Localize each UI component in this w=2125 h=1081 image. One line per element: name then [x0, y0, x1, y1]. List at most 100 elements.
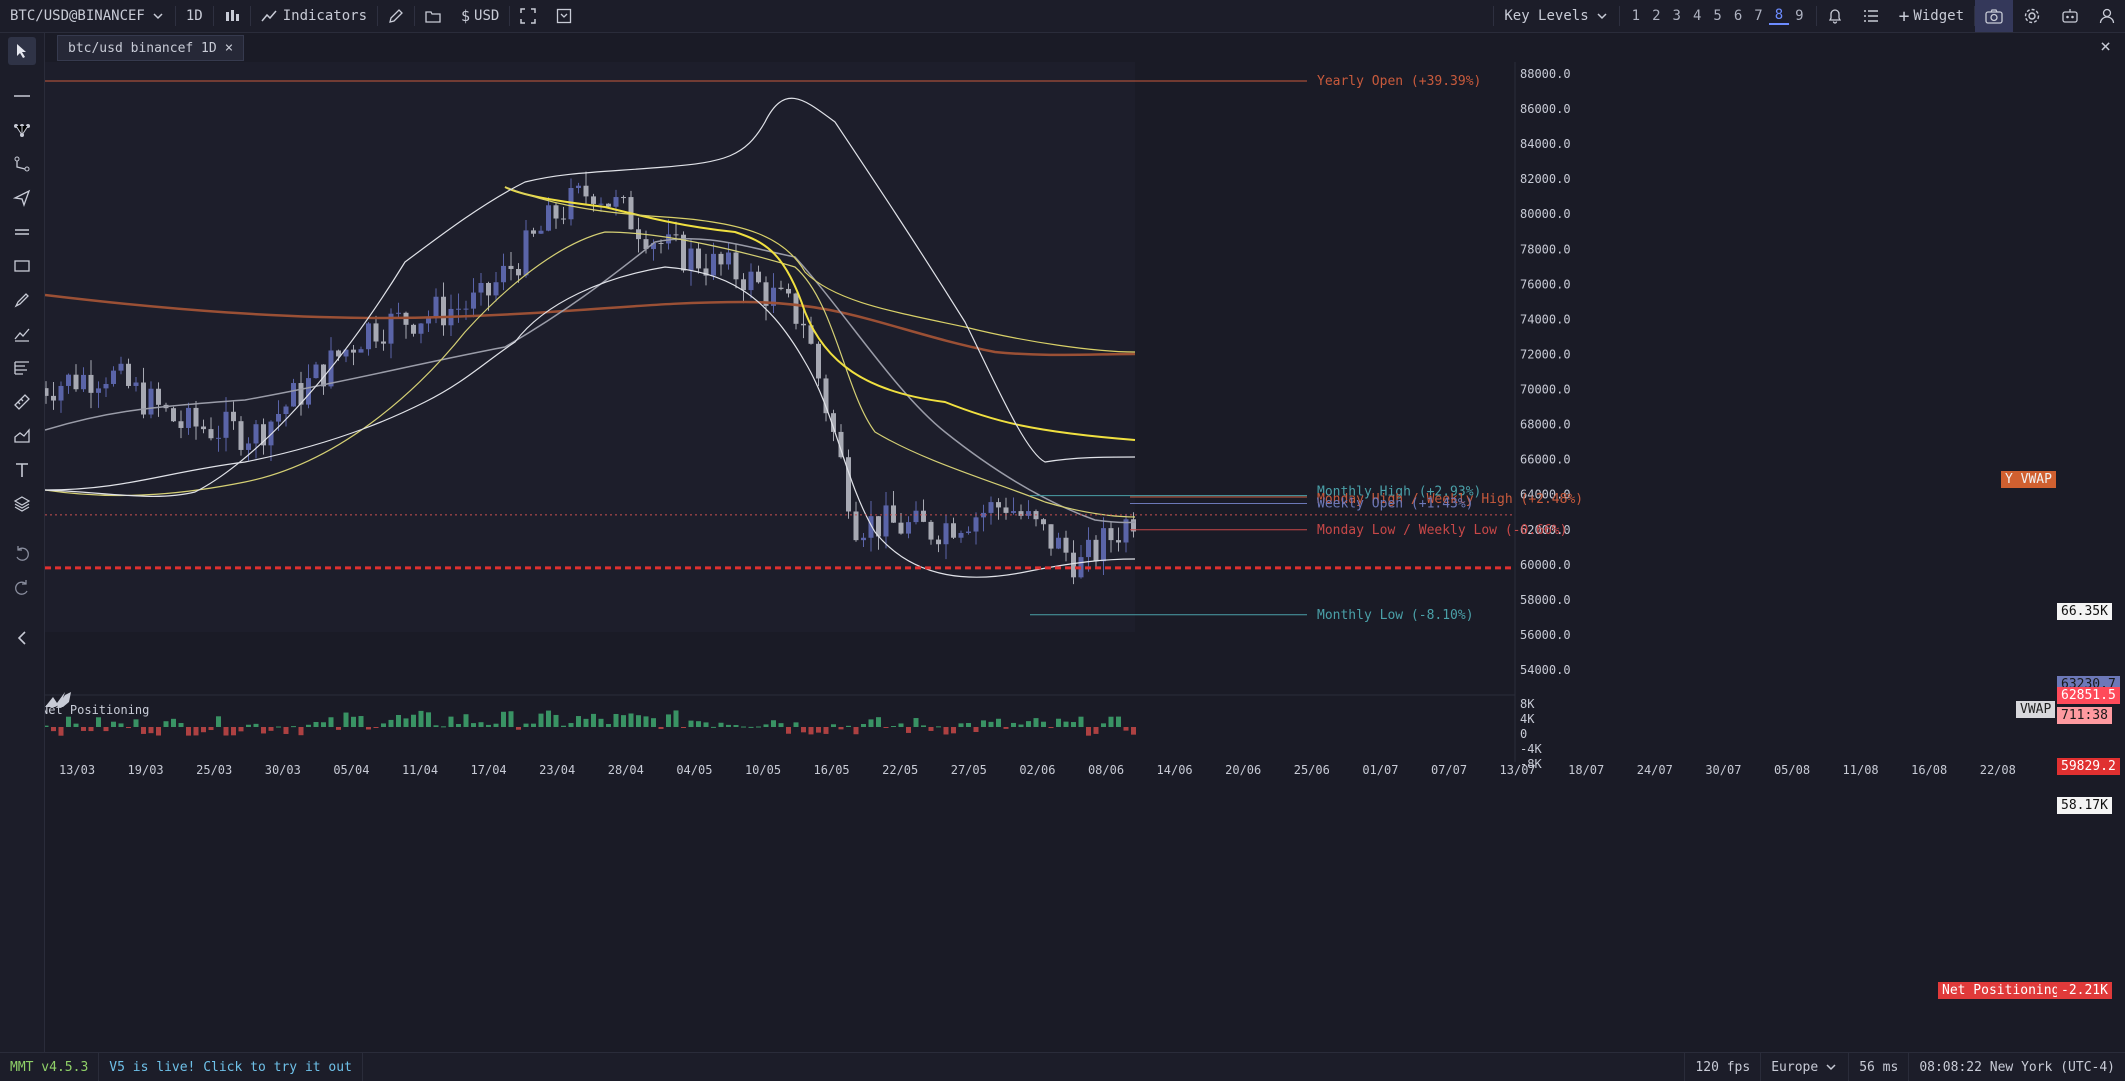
candle-body [208, 429, 214, 439]
time-axis-label: 16/08 [1911, 763, 1947, 777]
net-positioning-bar [403, 718, 409, 727]
rectangle-tool[interactable] [11, 255, 33, 277]
net-positioning-bar [51, 727, 56, 732]
candle-body [988, 502, 994, 513]
route-tool[interactable] [11, 153, 33, 175]
account-button[interactable] [2089, 0, 2125, 32]
watchlist-button[interactable] [1853, 0, 1889, 32]
horizontal-line-tool[interactable] [11, 85, 33, 107]
net-positioning-bar [1086, 727, 1091, 736]
price-axis-label: 76000.0 [1520, 277, 1571, 291]
promo-link[interactable]: V5 is live! Click to try it out [99, 1053, 363, 1081]
text-tool[interactable] [11, 459, 33, 481]
layers-tool[interactable] [11, 493, 33, 515]
forecast-tool[interactable] [11, 425, 33, 447]
net-positioning-bar [981, 720, 986, 727]
time-axis-label: 22/08 [1980, 763, 2016, 777]
net-positioning-bar [336, 727, 341, 730]
collapse-toolbar-button[interactable] [11, 627, 33, 649]
net-positioning-bar [1078, 716, 1084, 727]
measure-tool[interactable] [11, 391, 33, 413]
chart-tab[interactable]: btc/usd binancef 1D × [57, 35, 245, 61]
folder-button[interactable] [415, 0, 451, 32]
trend-tool[interactable] [11, 323, 33, 345]
time-axis-label: 14/06 [1157, 763, 1193, 777]
net-positioning-bar [366, 727, 371, 730]
interval-selector[interactable]: 1D [176, 0, 213, 32]
screenshot-button[interactable] [1975, 0, 2013, 32]
net-positioning-bar [868, 719, 874, 727]
net-positioning-tag: Net Positioning [1938, 982, 2064, 999]
candle-body [576, 185, 581, 188]
net-positioning-bar [493, 723, 499, 727]
layout-1-button[interactable]: 1 [1626, 8, 1646, 24]
time-axis-label: 08/06 [1088, 763, 1124, 777]
chevron-down-icon [1597, 13, 1607, 20]
arrow-tool[interactable] [11, 187, 33, 209]
net-positioning-bar [681, 727, 686, 728]
candle-body [171, 408, 176, 422]
redo-button[interactable] [11, 577, 33, 599]
net-positioning-bar [928, 727, 934, 731]
net-positioning-bar [261, 727, 266, 734]
time-axis-label: 11/08 [1843, 763, 1879, 777]
net-positioning-bar [418, 710, 424, 727]
cursor-tool[interactable] [8, 37, 36, 65]
candle-body [178, 421, 184, 428]
save-button[interactable] [546, 0, 582, 32]
close-tab-icon[interactable]: × [225, 40, 233, 56]
brush-tool[interactable] [11, 289, 33, 311]
close-panel-icon[interactable]: × [2100, 36, 2111, 57]
net-positioning-bar [163, 721, 169, 727]
net-positioning-bar [546, 710, 551, 727]
candle-body [456, 308, 461, 310]
currency-button[interactable]: $ USD [451, 0, 509, 32]
candle-body [283, 406, 289, 415]
candle-body [366, 323, 371, 350]
fullscreen-button[interactable] [510, 0, 546, 32]
layout-4-button[interactable]: 4 [1687, 8, 1707, 24]
fib-icon [14, 361, 29, 375]
layout-3-button[interactable]: 3 [1667, 8, 1687, 24]
candle-body [516, 268, 521, 276]
tag-66k: 66.35K [2057, 603, 2112, 620]
layout-7-button[interactable]: 7 [1748, 8, 1768, 24]
layout-2-button[interactable]: 2 [1646, 8, 1666, 24]
net-positioning-bar [651, 718, 656, 727]
net-positioning-bar [1071, 722, 1076, 727]
path-tool[interactable] [11, 119, 33, 141]
settings-button[interactable] [2013, 0, 2051, 32]
undo-button[interactable] [11, 543, 33, 565]
candle-body [793, 293, 799, 324]
candle-body [613, 197, 619, 207]
net-positioning-bar [463, 714, 469, 727]
candle-body [688, 248, 694, 271]
last-price-tag: 62851.5 [2057, 687, 2120, 704]
price-chart[interactable]: 88000.0 86000.0 84000.0 82000.0 80000.0 78000… [45, 62, 2125, 1052]
candle-body [381, 341, 386, 344]
indicators-button[interactable]: Indicators [251, 0, 377, 32]
region-selector[interactable]: Europe [1760, 1053, 1848, 1081]
net-positioning-bar [448, 716, 454, 727]
net-positioning-bar [756, 726, 761, 728]
net-positioning-bar [523, 723, 529, 727]
net-positioning-bar [831, 724, 836, 727]
layout-6-button[interactable]: 6 [1728, 8, 1748, 24]
chart-type-button[interactable] [214, 0, 250, 32]
parallel-lines-tool[interactable] [11, 221, 33, 243]
add-widget-button[interactable]: + Widget [1889, 0, 1974, 32]
net-positioning-bar [66, 716, 71, 727]
candle-body [778, 287, 784, 289]
net-positioning-bar [103, 727, 109, 732]
layout-9-button[interactable]: 9 [1789, 8, 1809, 24]
draw-button[interactable] [378, 0, 414, 32]
key-levels-selector[interactable]: Key Levels [1494, 0, 1618, 32]
chevron-down-icon [1826, 1064, 1836, 1071]
fib-tool[interactable] [11, 357, 33, 379]
symbol-selector[interactable]: BTC/USD@BINANCEF [0, 0, 175, 32]
candle-body [118, 363, 124, 371]
bot-button[interactable] [2051, 0, 2089, 32]
layout-8-button[interactable]: 8 [1768, 7, 1790, 25]
alerts-button[interactable] [1817, 0, 1853, 32]
layout-5-button[interactable]: 5 [1707, 8, 1727, 24]
